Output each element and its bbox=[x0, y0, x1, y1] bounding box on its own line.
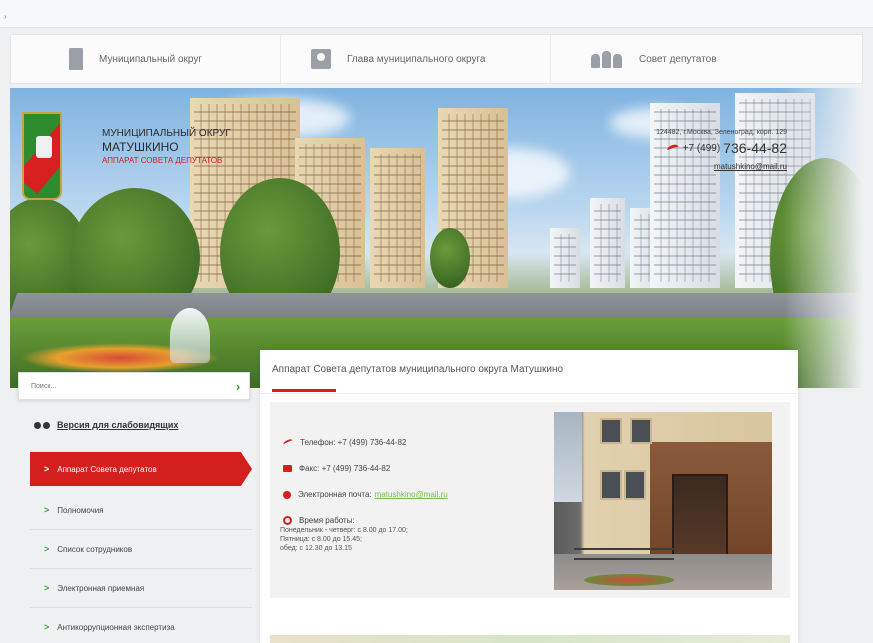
contact-fax-value: +7 (499) 736-44-82 bbox=[321, 464, 391, 473]
contact-email-row: Электронная почта: matushkino@mail.ru bbox=[283, 490, 448, 499]
chevron-right-icon: > bbox=[44, 544, 50, 554]
chevron-right-icon: > bbox=[44, 505, 50, 515]
building-photo bbox=[554, 412, 772, 590]
header-phone: +7 (499) 736-44-82 bbox=[656, 140, 787, 156]
document-icon bbox=[69, 48, 83, 70]
top-bar: › bbox=[0, 0, 873, 28]
header-contacts: 124482, г.Москва, Зеленоград, корп. 129 … bbox=[656, 129, 787, 174]
contact-fax-label: Факс: bbox=[299, 464, 320, 473]
chevron-right-icon: > bbox=[44, 583, 50, 593]
menu-item-label: Глава муниципального округа bbox=[347, 53, 486, 65]
sidebar-item-council-staff[interactable]: > Аппарат Совета депутатов bbox=[30, 452, 252, 486]
sidebar-item-label: Полномочия bbox=[57, 505, 104, 515]
org-title-line1: МУНИЦИПАЛЬНЫЙ ОКРУГ bbox=[102, 128, 231, 139]
search-box: › bbox=[18, 372, 250, 400]
org-title-block[interactable]: МУНИЦИПАЛЬНЫЙ ОКРУГ МАТУШКИНО АППАРАТ СО… bbox=[102, 128, 231, 165]
coat-of-arms-logo[interactable] bbox=[22, 112, 62, 200]
header-email-link[interactable]: matushkino@mail.ru bbox=[714, 162, 787, 171]
group-icon bbox=[591, 50, 623, 68]
contact-phone-value: +7 (499) 736-44-82 bbox=[337, 438, 407, 447]
contact-hours-label: Время работы: bbox=[299, 516, 355, 525]
menu-item-council-of-deputies[interactable]: Совет депутатов bbox=[551, 35, 864, 83]
contact-phone-row: Телефон: +7 (499) 736-44-82 bbox=[282, 438, 407, 447]
hours-line: обед: с 12.30 до 13.15 bbox=[280, 545, 352, 552]
search-submit-icon[interactable]: › bbox=[227, 379, 249, 394]
sidebar-item-powers[interactable]: > Полномочия bbox=[30, 491, 252, 530]
header-banner: МУНИЦИПАЛЬНЫЙ ОКРУГ МАТУШКИНО АППАРАТ СО… bbox=[10, 88, 863, 388]
sidebar-item-staff-list[interactable]: > Список сотрудников bbox=[30, 530, 252, 569]
page-title: Аппарат Совета депутатов муниципального … bbox=[260, 350, 798, 392]
sidebar-item-label: Список сотрудников bbox=[57, 544, 133, 554]
chevron-right-icon: > bbox=[44, 464, 50, 474]
email-icon bbox=[283, 490, 291, 499]
working-hours: Понедельник - четверг: с 8.00 до 17.00; … bbox=[280, 526, 408, 553]
contact-email-link[interactable]: matushkino@mail.ru bbox=[375, 490, 448, 499]
menu-item-head-of-district[interactable]: Глава муниципального округа bbox=[281, 35, 551, 83]
header-phone-number: 736-44-82 bbox=[723, 140, 787, 156]
contact-phone-label: Телефон: bbox=[300, 438, 336, 447]
next-section-preview bbox=[270, 635, 790, 643]
sidebar-item-label: Антикоррупционная экспертиза bbox=[57, 622, 175, 632]
menu-item-label: Совет депутатов bbox=[639, 53, 717, 65]
accessible-version-link[interactable]: Версия для слабовидящих bbox=[34, 420, 178, 430]
sidebar-nav: > Аппарат Совета депутатов > Полномочия … bbox=[30, 452, 252, 643]
header-address: 124482, г.Москва, Зеленоград, корп. 129 bbox=[656, 129, 787, 136]
contact-hours-row: Время работы: bbox=[283, 516, 355, 525]
sidebar-item-anticorruption[interactable]: > Антикоррупционная экспертиза bbox=[30, 608, 252, 643]
header-phone-prefix: +7 (499) bbox=[682, 142, 721, 154]
main-menu: Муниципальный округ Глава муниципального… bbox=[10, 34, 863, 84]
person-badge-icon bbox=[311, 49, 331, 69]
fountain bbox=[170, 308, 210, 363]
search-input[interactable] bbox=[31, 382, 227, 390]
menu-item-label: Муниципальный округ bbox=[99, 53, 202, 65]
contact-card: Телефон: +7 (499) 736-44-82 Факс: +7 (49… bbox=[270, 402, 790, 598]
phone-icon bbox=[665, 142, 680, 154]
phone-icon bbox=[282, 438, 294, 447]
hours-line: Понедельник - четверг: с 8.00 до 17.00; bbox=[280, 527, 408, 534]
org-title-line2: МАТУШКИНО bbox=[102, 140, 179, 154]
contact-email-label: Электронная почта: bbox=[298, 490, 372, 499]
top-bar-mark: › bbox=[4, 12, 7, 21]
content-panel: Аппарат Совета депутатов муниципального … bbox=[260, 350, 798, 643]
sidebar-item-label: Электронная приемная bbox=[57, 583, 145, 593]
org-subtitle: АППАРАТ СОВЕТА ДЕПУТАТОВ bbox=[102, 156, 223, 165]
chevron-right-icon: > bbox=[44, 622, 50, 632]
contact-fax-row: Факс: +7 (499) 736-44-82 bbox=[283, 464, 390, 473]
menu-item-municipal-district[interactable]: Муниципальный округ bbox=[11, 35, 281, 83]
sidebar-item-label: Аппарат Совета депутатов bbox=[57, 464, 157, 474]
clock-icon bbox=[283, 516, 292, 525]
sidebar-item-e-reception[interactable]: > Электронная приемная bbox=[30, 569, 252, 608]
hours-line: Пятница: с 8.00 до 15.45; bbox=[280, 536, 362, 543]
accessible-version-label: Версия для слабовидящих bbox=[57, 420, 179, 430]
fax-icon bbox=[283, 465, 292, 472]
glasses-icon bbox=[34, 421, 52, 429]
